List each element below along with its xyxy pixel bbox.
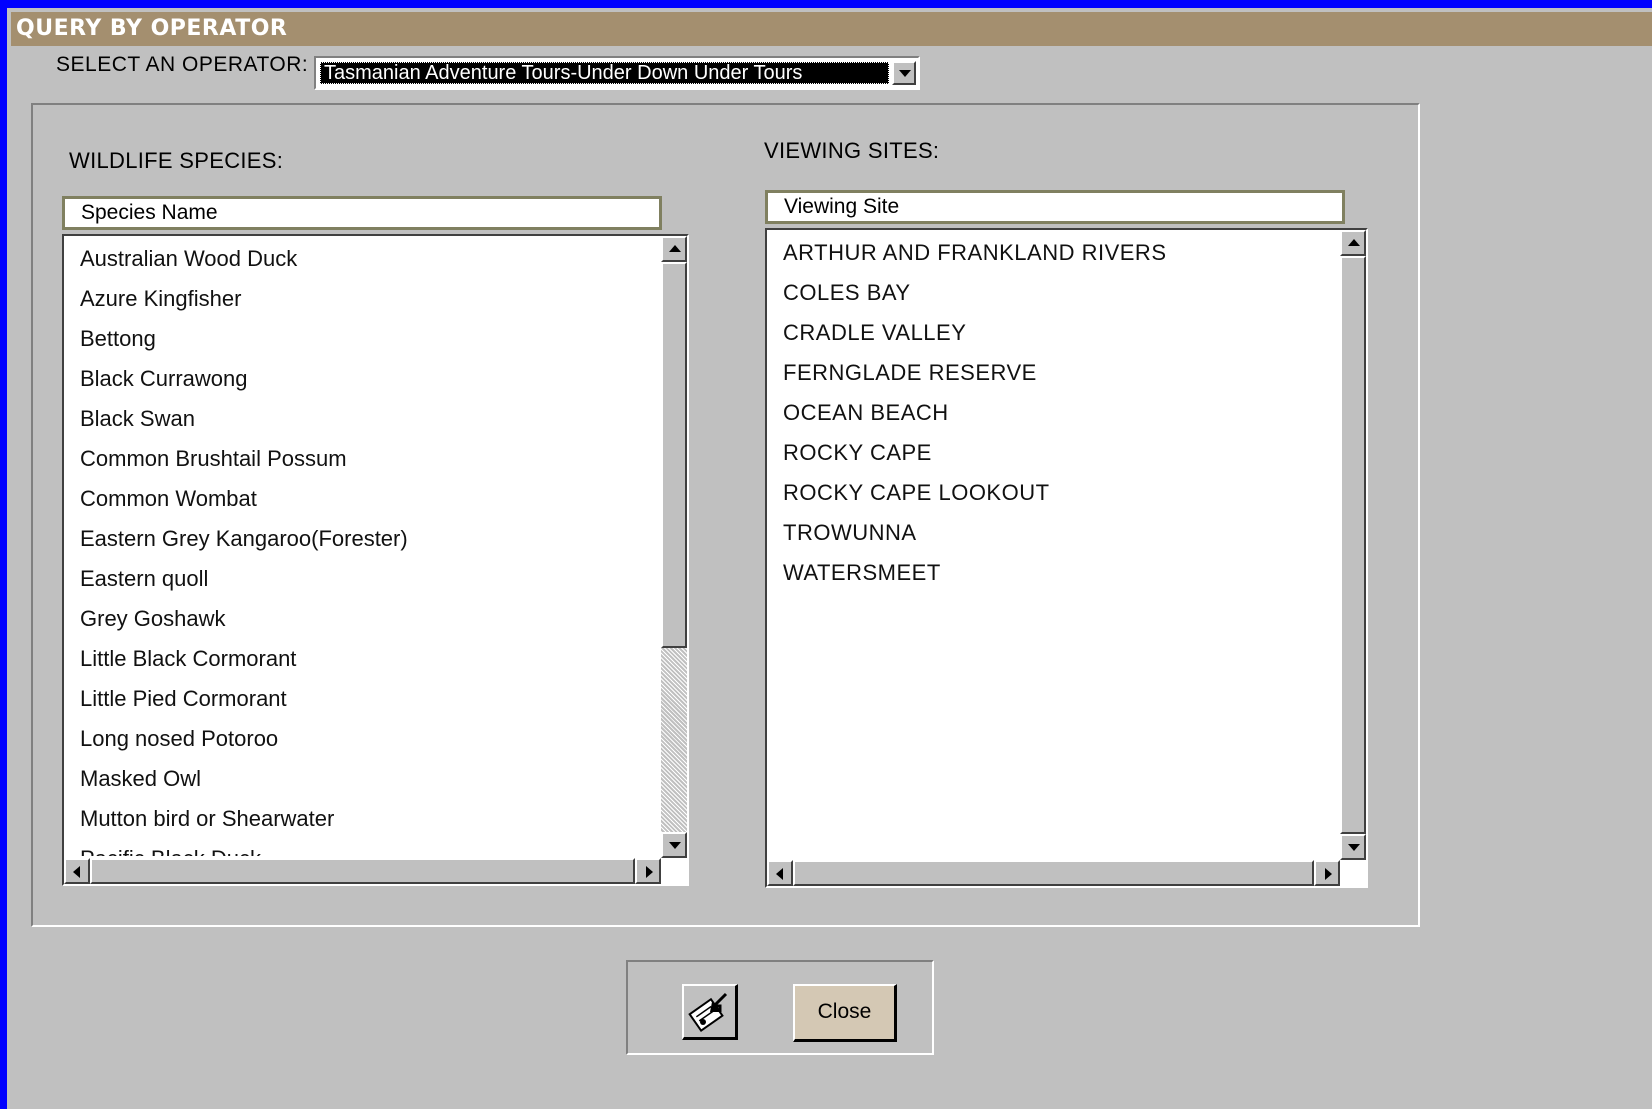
sites-horizontal-scrollbar[interactable] [767, 860, 1340, 886]
species-list-item[interactable]: Black Swan [80, 399, 657, 439]
site-list-item[interactable]: ROCKY CAPE [783, 433, 1336, 473]
species-horizontal-scrollbar[interactable] [64, 858, 661, 884]
site-list-item[interactable]: TROWUNNA [783, 513, 1336, 553]
site-list-item[interactable]: FERNGLADE RESERVE [783, 353, 1336, 393]
sites-scroll-down-button[interactable] [1340, 834, 1366, 860]
species-scroll-left-button[interactable] [64, 858, 90, 884]
arrow-left-icon [73, 866, 80, 878]
species-scroll-up-button[interactable] [661, 236, 687, 262]
chevron-down-icon [899, 70, 911, 77]
species-list-item[interactable]: Pacific Black Duck [80, 839, 657, 856]
arrow-right-icon [1325, 868, 1332, 880]
species-list-item[interactable]: Eastern Grey Kangaroo(Forester) [80, 519, 657, 559]
title-bar: QUERY BY OPERATOR [11, 12, 1652, 46]
sites-column-header[interactable]: Viewing Site [765, 190, 1345, 224]
arrow-left-icon [776, 868, 783, 880]
window-title: QUERY BY OPERATOR [16, 16, 288, 41]
species-list-item[interactable]: Bettong [80, 319, 657, 359]
site-list-item[interactable]: COLES BAY [783, 273, 1336, 313]
operator-select[interactable]: Tasmanian Adventure Tours-Under Down Und… [314, 56, 920, 90]
sites-list[interactable]: ARTHUR AND FRANKLAND RIVERS COLES BAY CRAD… [783, 233, 1336, 858]
species-list-item[interactable]: Black Currawong [80, 359, 657, 399]
species-list-item[interactable]: Australian Wood Duck [80, 239, 657, 279]
species-list-item[interactable]: Little Black Cormorant [80, 639, 657, 679]
operator-dropdown-button[interactable] [892, 61, 916, 85]
species-list-item[interactable]: Little Pied Cormorant [80, 679, 657, 719]
species-list-item[interactable]: Grey Goshawk [80, 599, 657, 639]
species-list-item[interactable]: Mutton bird or Shearwater [80, 799, 657, 839]
site-list-item[interactable]: CRADLE VALLEY [783, 313, 1336, 353]
sites-section-label: VIEWING SITES: [764, 138, 940, 163]
species-list-item[interactable]: Masked Owl [80, 759, 657, 799]
species-listbox[interactable]: Australian Wood Duck Azure Kingfisher Bett… [62, 234, 689, 886]
species-vertical-scrollbar[interactable] [661, 236, 687, 858]
arrow-down-icon [1348, 844, 1360, 851]
species-scroll-track[interactable] [661, 648, 687, 832]
species-section-label: WILDLIFE SPECIES: [69, 148, 284, 173]
species-hscroll-thumb[interactable] [90, 858, 635, 884]
arrow-up-icon [1348, 239, 1360, 246]
sites-hscroll-thumb[interactable] [793, 860, 1314, 886]
species-scroll-thumb[interactable] [661, 262, 687, 648]
report-icon [688, 992, 728, 1032]
sites-scroll-right-button[interactable] [1314, 860, 1340, 886]
species-list-item[interactable]: Common Brushtail Possum [80, 439, 657, 479]
species-list-item[interactable]: Eastern quoll [80, 559, 657, 599]
species-scroll-right-button[interactable] [635, 858, 661, 884]
site-list-item[interactable]: OCEAN BEACH [783, 393, 1336, 433]
sites-scroll-up-button[interactable] [1340, 230, 1366, 256]
arrow-up-icon [669, 245, 681, 252]
site-list-item[interactable]: ROCKY CAPE LOOKOUT [783, 473, 1336, 513]
operator-label: SELECT AN OPERATOR: [56, 53, 309, 76]
species-list[interactable]: Australian Wood Duck Azure Kingfisher Bett… [80, 239, 657, 856]
species-list-item[interactable]: Common Wombat [80, 479, 657, 519]
close-button[interactable]: Close [793, 984, 897, 1042]
sites-scroll-thumb[interactable] [1340, 256, 1366, 834]
site-list-item[interactable]: ARTHUR AND FRANKLAND RIVERS [783, 233, 1336, 273]
species-column-header[interactable]: Species Name [62, 196, 662, 230]
report-button[interactable] [682, 984, 738, 1040]
species-list-item[interactable]: Azure Kingfisher [80, 279, 657, 319]
sites-scroll-left-button[interactable] [767, 860, 793, 886]
arrow-down-icon [669, 842, 681, 849]
site-list-item[interactable]: WATERSMEET [783, 553, 1336, 593]
sites-listbox[interactable]: ARTHUR AND FRANKLAND RIVERS COLES BAY CRAD… [765, 228, 1368, 888]
species-scroll-down-button[interactable] [661, 832, 687, 858]
arrow-right-icon [646, 866, 653, 878]
operator-select-value[interactable]: Tasmanian Adventure Tours-Under Down Und… [320, 62, 889, 84]
species-list-item[interactable]: Long nosed Potoroo [80, 719, 657, 759]
sites-vertical-scrollbar[interactable] [1340, 230, 1366, 860]
